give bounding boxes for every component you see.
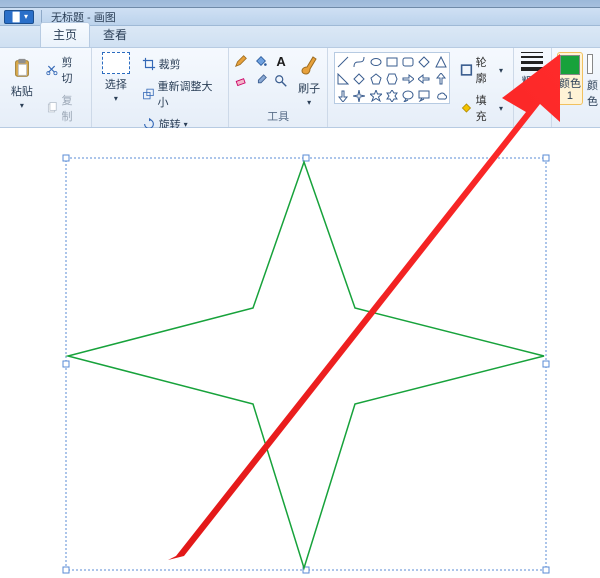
color1-button[interactable]: 颜色 1 xyxy=(557,52,583,105)
app-menu-button[interactable]: ▾ xyxy=(4,10,34,24)
ribbon-tabs: 主页 查看 xyxy=(0,26,600,48)
group-tools: A 刷子 ▾ 工具 xyxy=(229,48,328,127)
shape-rtriangle[interactable] xyxy=(335,70,351,87)
drawn-four-point-star xyxy=(68,162,544,568)
crop-button[interactable]: 裁剪 xyxy=(138,54,223,74)
resize-label: 重新调整大小 xyxy=(157,78,218,110)
group-label-colors xyxy=(574,110,577,125)
brushes-button[interactable]: 刷子 ▾ xyxy=(294,52,324,107)
brushes-label: 刷子 xyxy=(298,80,320,96)
tab-view[interactable]: 查看 xyxy=(90,22,140,47)
shape-4star[interactable] xyxy=(351,87,367,104)
select-button[interactable]: 选择 ▾ xyxy=(98,52,133,103)
resize-icon xyxy=(142,87,155,101)
ribbon: 粘贴 ▾ 剪切 复制 剪贴板 选择 ▾ xyxy=(0,48,600,128)
outline-label: 轮廓 xyxy=(476,54,496,86)
copy-icon xyxy=(46,101,59,115)
copy-button: 复制 xyxy=(42,90,85,126)
crop-icon xyxy=(142,57,156,71)
magnifier-tool[interactable] xyxy=(272,72,290,90)
file-icon xyxy=(10,10,24,24)
group-size: 粗细 ▾ xyxy=(514,48,552,127)
shape-curve[interactable] xyxy=(351,53,367,70)
fill-button[interactable]: 填充 ▾ xyxy=(456,90,507,126)
shape-oval[interactable] xyxy=(367,53,383,70)
selection-rect xyxy=(66,158,546,570)
shape-line[interactable] xyxy=(335,53,351,70)
paste-button[interactable]: 粘贴 ▾ xyxy=(6,52,38,113)
shape-arrow-u[interactable] xyxy=(433,70,449,87)
fill-tool[interactable] xyxy=(252,52,270,70)
group-image: 选择 ▾ 裁剪 重新调整大小 旋转 ▾ 图像 xyxy=(92,48,229,127)
color2-button[interactable]: 颜色 xyxy=(587,52,595,109)
cut-label: 剪切 xyxy=(61,54,81,86)
resize-button[interactable]: 重新调整大小 xyxy=(138,76,223,112)
shape-arrow-d[interactable] xyxy=(335,87,351,104)
pencil-tool[interactable] xyxy=(232,52,250,70)
group-shapes: 轮廓 ▾ 填充 ▾ 形状 xyxy=(328,48,514,127)
paste-label: 粘贴 xyxy=(11,83,33,99)
shape-5star[interactable] xyxy=(367,87,383,104)
shape-triangle[interactable] xyxy=(433,53,449,70)
shape-callout-cloud[interactable] xyxy=(433,87,449,104)
tools-grid: A xyxy=(232,52,290,90)
group-label-tools: 工具 xyxy=(267,107,289,126)
size-lines-icon xyxy=(521,52,543,71)
shape-arrow-r[interactable] xyxy=(400,70,416,87)
magnifier-icon xyxy=(274,74,288,88)
tab-home[interactable]: 主页 xyxy=(40,22,90,47)
bucket-icon xyxy=(254,54,268,68)
size-label: 粗细 xyxy=(521,73,543,89)
crop-label: 裁剪 xyxy=(159,56,181,72)
fill-label: 填充 xyxy=(476,92,496,124)
eyedropper-icon xyxy=(254,74,268,88)
scissors-icon xyxy=(46,63,59,77)
group-label-size xyxy=(531,110,534,125)
shape-diamond[interactable] xyxy=(351,70,367,87)
outline-icon xyxy=(460,63,473,77)
color1-swatch xyxy=(560,55,580,75)
select-rect-icon xyxy=(102,52,130,74)
eraser-tool[interactable] xyxy=(232,72,250,90)
cut-button[interactable]: 剪切 xyxy=(42,52,85,88)
canvas-area[interactable] xyxy=(0,128,600,578)
color2-label: 颜色 xyxy=(587,77,598,109)
copy-label: 复制 xyxy=(61,92,81,124)
select-label: 选择 xyxy=(105,76,127,92)
shape-polygon[interactable] xyxy=(416,53,432,70)
shape-hexagon[interactable] xyxy=(384,70,400,87)
fill-icon xyxy=(460,101,473,115)
shape-6star[interactable] xyxy=(384,87,400,104)
shape-pentagon[interactable] xyxy=(367,70,383,87)
shape-callout-rect[interactable] xyxy=(416,87,432,104)
brush-icon xyxy=(297,52,321,78)
selection-handles xyxy=(63,155,549,573)
title-bar xyxy=(0,0,600,8)
pencil-icon xyxy=(234,54,248,68)
group-clipboard: 粘贴 ▾ 剪切 复制 剪贴板 xyxy=(0,48,92,127)
size-button[interactable]: 粗细 ▾ xyxy=(520,52,545,100)
color2-swatch xyxy=(587,54,593,74)
clipboard-icon xyxy=(11,55,33,81)
shape-rect[interactable] xyxy=(384,53,400,70)
canvas-overlay xyxy=(0,128,600,578)
shapes-gallery[interactable] xyxy=(334,52,450,104)
eraser-icon xyxy=(234,74,248,88)
picker-tool[interactable] xyxy=(252,72,270,90)
shape-callout-round[interactable] xyxy=(400,87,416,104)
group-colors: 颜色 1 颜色 xyxy=(552,48,600,127)
text-a-icon: A xyxy=(276,54,285,69)
color1-label: 颜色 1 xyxy=(559,78,581,102)
shape-roundrect[interactable] xyxy=(400,53,416,70)
text-tool[interactable]: A xyxy=(272,52,290,70)
outline-button[interactable]: 轮廓 ▾ xyxy=(456,52,507,88)
shape-arrow-l[interactable] xyxy=(416,70,432,87)
